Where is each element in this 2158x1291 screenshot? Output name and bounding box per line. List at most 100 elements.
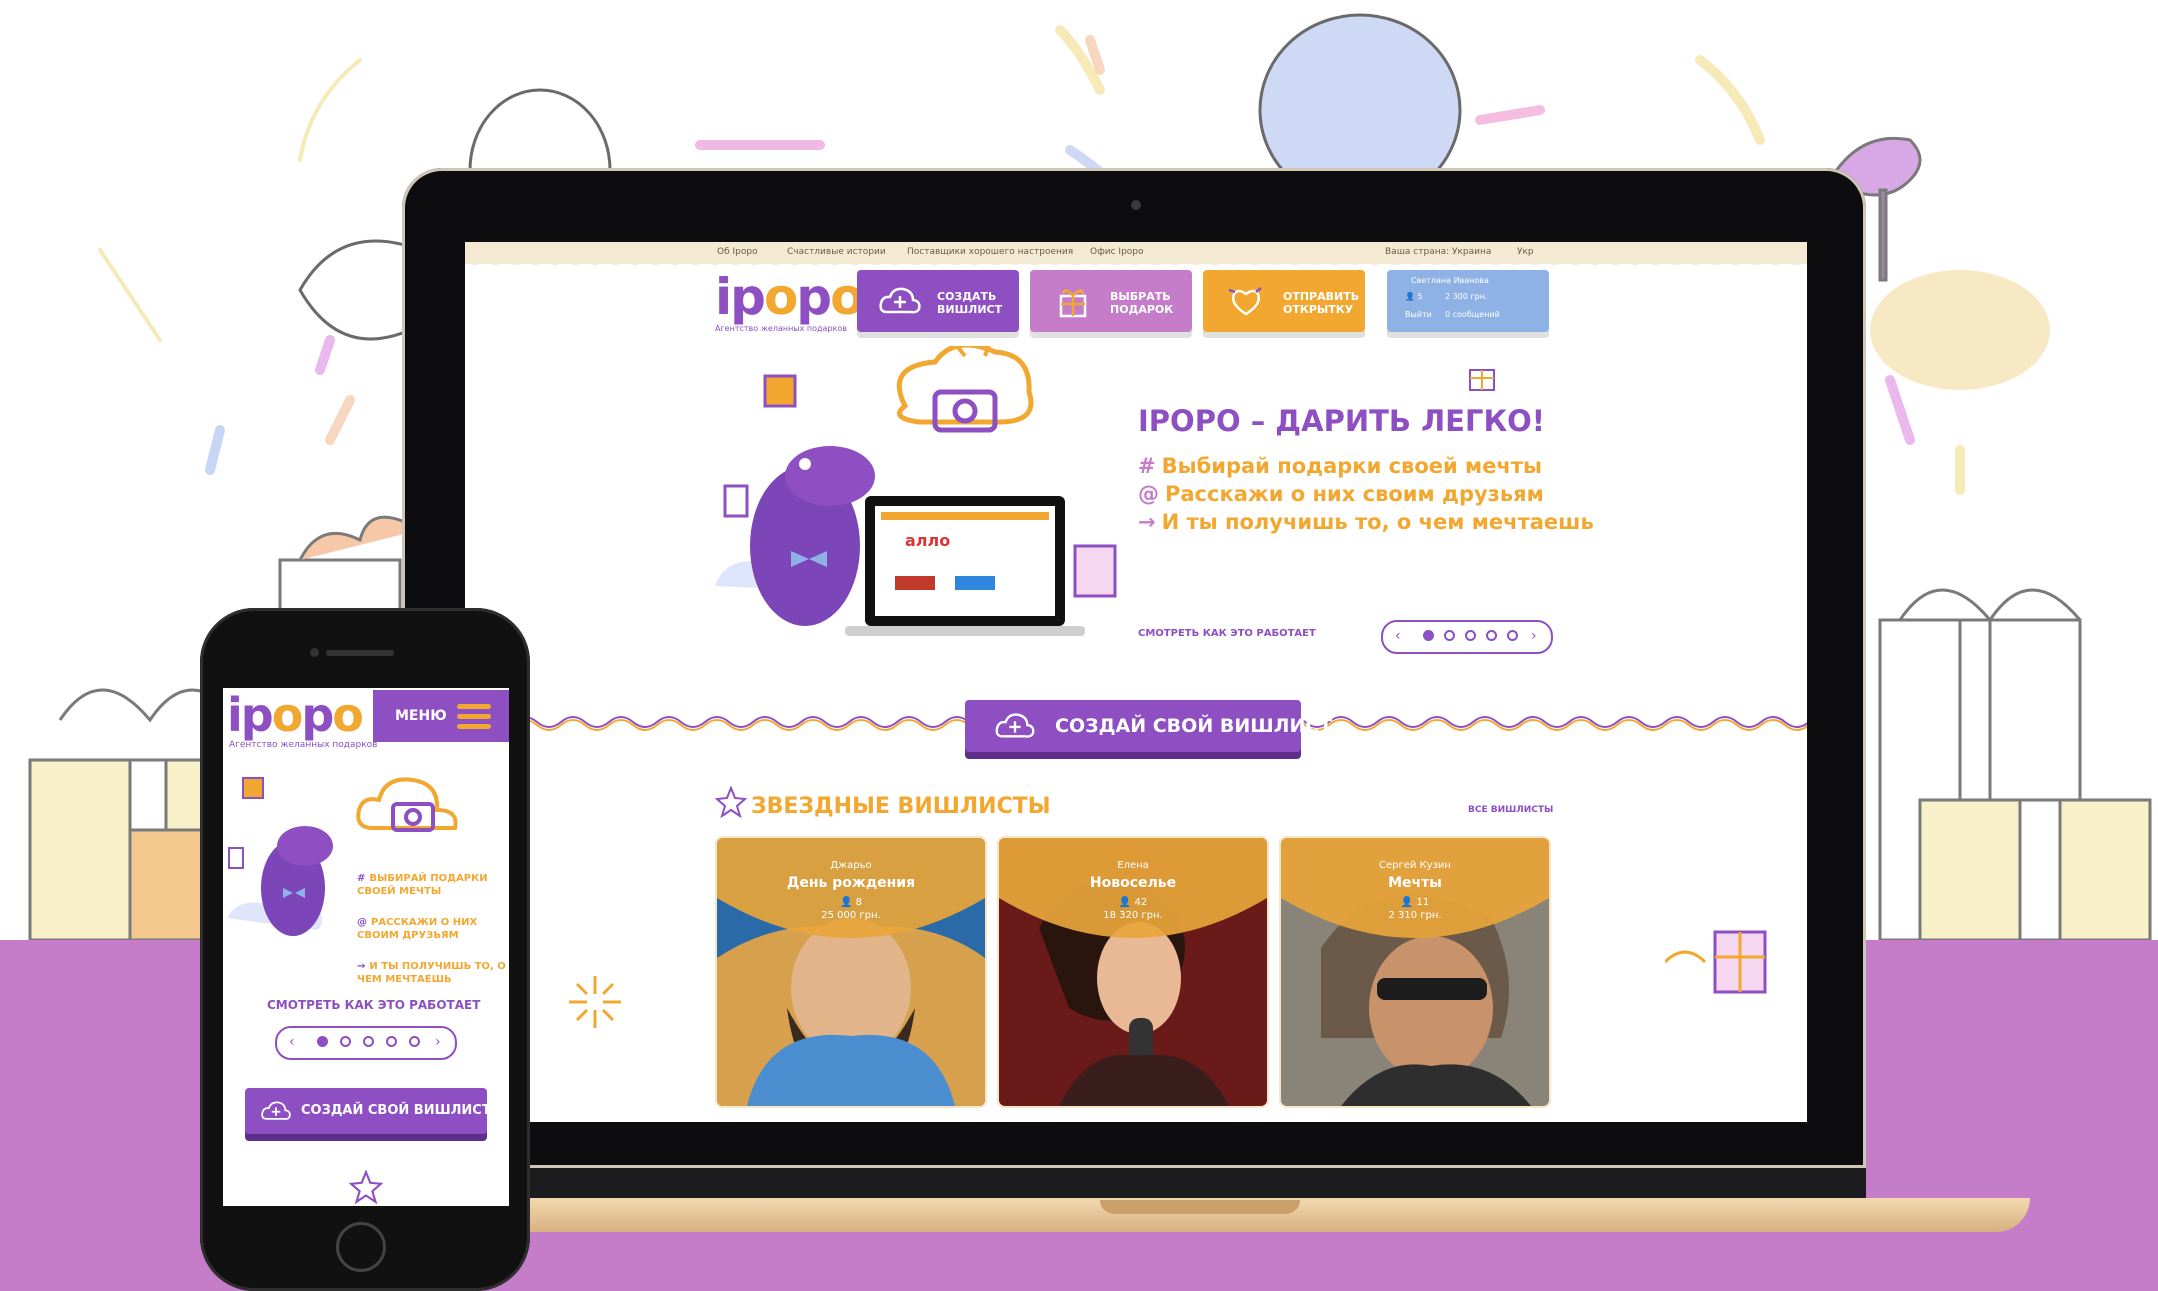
svg-text:алло: алло — [905, 531, 950, 550]
all-wishlists-link[interactable]: ВСЕ ВИШЛИСТЫ — [1468, 805, 1553, 815]
card-event: Мечты — [1388, 875, 1442, 891]
nav-label-line1: СОЗДАТЬ — [937, 290, 997, 303]
cloud-plus-icon — [261, 1101, 291, 1120]
create-wishlist-nav-button[interactable]: СОЗДАТЬ ВИШЛИСТ — [857, 270, 1019, 332]
mobile-website-screen: ipopo Агентство желанных подарков МЕНЮ #… — [223, 688, 509, 1206]
toplink-about[interactable]: Об Ipopo — [717, 247, 758, 257]
hero-line-2: @ Расскажи о них своим друзьям — [1138, 482, 1544, 506]
messages-link[interactable]: 0 сообщений — [1445, 310, 1500, 319]
hero-line-3: → И ты получишь то, о чем мечтаешь — [1138, 510, 1594, 534]
hamburger-icon — [457, 724, 491, 729]
mobile-create-wishlist-button[interactable]: СОЗДАЙ СВОЙ ВИШЛИСТ — [245, 1088, 491, 1134]
card-owner: Джарьо — [830, 860, 872, 871]
phone-speaker — [326, 650, 394, 656]
star-icon — [715, 786, 747, 818]
pager-dot[interactable] — [1444, 630, 1455, 641]
mobile-line-2: @ РАССКАЖИ О НИХ СВОИМ ДРУЗЬЯМ — [357, 917, 478, 941]
sparkle-icon — [569, 976, 621, 1028]
star-icon — [349, 1170, 383, 1204]
toplink-office[interactable]: Офис Ipopo — [1090, 247, 1144, 257]
logout-link[interactable]: Выйти — [1405, 310, 1432, 319]
toplink-stories[interactable]: Счастливые истории — [787, 247, 886, 257]
card-sum: 18 320 грн. — [1103, 910, 1163, 921]
toplink-suppliers[interactable]: Поставщики хорошего настроения — [907, 247, 1073, 257]
mobile-line-1: # ВЫБИРАЙ ПОДАРКИ СВОЕЙ МЕЧТЫ — [357, 873, 488, 897]
camera-cloud-icon — [356, 777, 458, 832]
pager-dot[interactable] — [363, 1036, 374, 1047]
gift-small-icon — [1665, 930, 1767, 994]
gift-small-icon — [1469, 369, 1495, 391]
card-event: Новоселье — [1089, 875, 1177, 891]
pager-dot[interactable] — [1486, 630, 1497, 641]
wishlist-card[interactable]: Джарьо День рождения 👤 8 25 000 грн. — [717, 838, 985, 1106]
nav-label-line1: ОТПРАВИТЬ — [1283, 290, 1360, 303]
pager-prev-button[interactable]: ‹ — [1395, 628, 1401, 644]
pager-prev-button[interactable]: ‹ — [289, 1034, 295, 1050]
nav-label-line2: ОТКРЫТКУ — [1283, 303, 1354, 316]
wishlist-card[interactable]: Елена Новоселье 👤 42 18 320 грн. — [999, 838, 1267, 1106]
card-owner: Сергей Кузин — [1379, 860, 1451, 871]
menu-label: МЕНЮ — [395, 708, 447, 724]
laptop-chin — [402, 1168, 1866, 1200]
hippo-hero-illustration: алло — [715, 346, 1117, 636]
pager-dot[interactable] — [1423, 630, 1434, 641]
desktop-website-screen: Об Ipopo Счастливые истории Поставщики х… — [465, 242, 1807, 1122]
card-sum: 2 310 грн. — [1388, 910, 1442, 921]
pager-dot[interactable] — [340, 1036, 351, 1047]
create-wishlist-cta-button[interactable]: СОЗДАЙ СВОЙ ВИШЛИСТ — [965, 700, 1332, 752]
hero-title: IPOPO – ДАРИТЬ ЛЕГКО! — [1138, 404, 1546, 438]
mobile-cta-label: СОЗДАЙ СВОЙ ВИШЛИСТ — [301, 1103, 491, 1118]
mobile-menu-button[interactable]: МЕНЮ — [373, 690, 509, 742]
hamburger-icon — [457, 714, 491, 719]
mobile-slider-pager: ‹ › — [275, 1026, 457, 1060]
gift-icon — [1059, 289, 1087, 318]
mobile-line-3: → И ТЫ ПОЛУЧИШЬ ТО, О ЧЕМ МЕЧТАЕШЬ — [357, 961, 506, 985]
account-panel[interactable]: Светлана Иванова 👤 5 2 300 грн. Выйти 0 … — [1387, 270, 1549, 332]
pager-dot[interactable] — [409, 1036, 420, 1047]
nav-label-line1: ВЫБРАТЬ — [1110, 290, 1171, 303]
card-owner: Елена — [1117, 860, 1149, 871]
pager-dot[interactable] — [386, 1036, 397, 1047]
card-event: День рождения — [786, 875, 916, 891]
gift-stack-right-icon — [1827, 136, 2152, 942]
cloud-plus-icon — [995, 713, 1035, 738]
nav-label-line2: ВИШЛИСТ — [937, 303, 1003, 316]
card-count: 👤 8 — [839, 897, 862, 908]
account-name: Светлана Иванова — [1411, 276, 1489, 285]
mobile-how-it-works-link[interactable]: СМОТРЕТЬ КАК ЭТО РАБОТАЕТ — [267, 998, 480, 1012]
site-logo[interactable]: ipopo — [715, 268, 864, 326]
card-caption: Сергей Кузин Мечты 👤 11 2 310 грн. — [1281, 838, 1549, 954]
phone-home-button[interactable] — [336, 1222, 386, 1272]
pager-next-button[interactable]: › — [1531, 628, 1537, 644]
how-it-works-link[interactable]: СМОТРЕТЬ КАК ЭТО РАБОТАЕТ — [1138, 628, 1316, 639]
hero-line-1: # Выбирай подарки своей мечты — [1138, 454, 1543, 478]
star-wishlists-title: ЗВЕЗДНЫЕ ВИШЛИСТЫ — [751, 794, 1051, 819]
mobile-logo-tagline: Агентство желанных подарков — [229, 740, 378, 750]
card-caption: Джарьо День рождения 👤 8 25 000 грн. — [717, 838, 985, 954]
heart-card-icon — [1228, 287, 1262, 316]
hero-slider-pager: ‹ › — [1381, 620, 1553, 654]
mobile-site-logo[interactable]: ipopo — [227, 688, 364, 742]
account-wishlists-count: 👤 5 — [1405, 292, 1423, 301]
cloud-plus-icon — [879, 287, 921, 314]
pager-next-button[interactable]: › — [435, 1034, 441, 1050]
logo-tagline: Агентство желанных подарков — [715, 324, 847, 333]
nav-label-line2: ПОДАРОК — [1110, 303, 1174, 316]
hamburger-icon — [457, 704, 491, 709]
topbar-scallop-border — [465, 260, 1807, 265]
account-balance: 2 300 грн. — [1445, 292, 1488, 301]
laptop-camera — [1131, 200, 1141, 210]
cta-label: СОЗДАЙ СВОЙ ВИШЛИСТ — [1055, 715, 1333, 737]
card-caption: Елена Новоселье 👤 42 18 320 грн. — [999, 838, 1267, 954]
pager-dot[interactable] — [1507, 630, 1518, 641]
laptop-notch — [1100, 1200, 1300, 1214]
choose-gift-nav-button[interactable]: ВЫБРАТЬ ПОДАРОК — [1030, 270, 1192, 332]
send-card-nav-button[interactable]: ОТПРАВИТЬ ОТКРЫТКУ — [1203, 270, 1365, 332]
country-selector[interactable]: Ваша страна: Украина — [1385, 247, 1491, 257]
wishlist-card[interactable]: Сергей Кузин Мечты 👤 11 2 310 грн. — [1281, 838, 1549, 1106]
pager-dot[interactable] — [1465, 630, 1476, 641]
language-selector[interactable]: Укр — [1517, 247, 1534, 257]
phone-camera — [310, 648, 319, 657]
card-count: 👤 11 — [1400, 897, 1430, 908]
pager-dot[interactable] — [317, 1036, 328, 1047]
